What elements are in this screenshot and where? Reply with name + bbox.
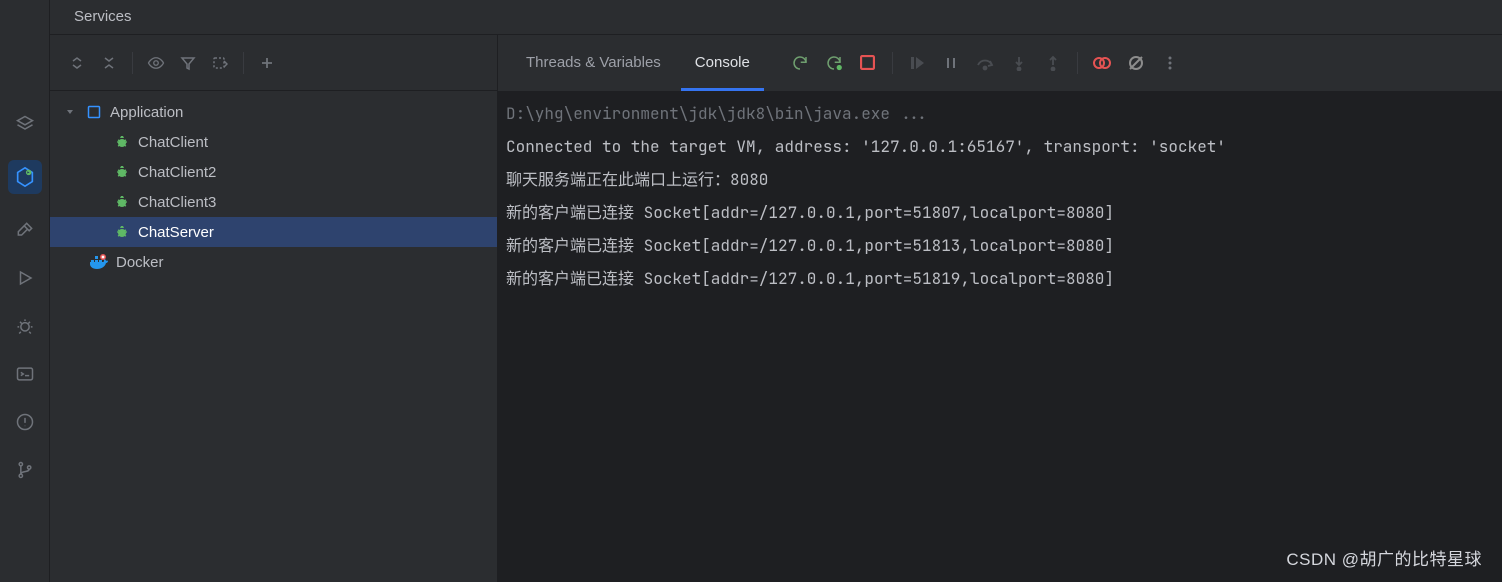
tree-node-run-config[interactable]: ChatServer [50, 217, 497, 247]
docker-icon [88, 254, 110, 270]
layers-icon[interactable] [13, 112, 37, 136]
services-tree-panel: Application ChatClient ChatClient2 [50, 35, 498, 582]
rerun-debug-button[interactable] [820, 49, 848, 77]
tab-threads-variables[interactable]: Threads & Variables [512, 35, 675, 91]
console-toolbar: Threads & Variables Console [498, 35, 1502, 91]
resume-button[interactable] [903, 49, 931, 77]
expand-all-button[interactable] [64, 50, 90, 76]
step-into-button[interactable] [1005, 49, 1033, 77]
more-button[interactable] [1156, 49, 1184, 77]
pause-button[interactable] [937, 49, 965, 77]
separator [132, 52, 133, 74]
view-mode-button[interactable] [143, 50, 169, 76]
tree-node-run-config[interactable]: ChatClient [50, 127, 497, 157]
services-tree: Application ChatClient ChatClient2 [50, 91, 497, 283]
tree-node-label: ChatClient [138, 134, 208, 151]
run-icon[interactable] [13, 266, 37, 290]
rerun-button[interactable] [786, 49, 814, 77]
tree-node-docker[interactable]: Docker [50, 247, 497, 277]
tree-node-run-config[interactable]: ChatClient2 [50, 157, 497, 187]
git-branch-icon[interactable] [13, 458, 37, 482]
separator [243, 52, 244, 74]
tree-node-run-config[interactable]: ChatClient3 [50, 187, 497, 217]
tree-node-label: ChatClient3 [138, 194, 216, 211]
terminal-icon[interactable] [13, 362, 37, 386]
step-over-button[interactable] [971, 49, 999, 77]
plugin-play-icon[interactable] [8, 160, 42, 194]
application-icon [84, 105, 104, 119]
console-line: 新的客户端已连接 Socket[addr=/127.0.0.1,port=518… [506, 202, 1114, 223]
console-line: 新的客户端已连接 Socket[addr=/127.0.0.1,port=518… [506, 235, 1114, 256]
tab-console[interactable]: Console [681, 35, 764, 91]
tree-node-label: ChatServer [138, 224, 214, 241]
console-panel: Threads & Variables Console [498, 35, 1502, 582]
bug-icon [112, 134, 132, 150]
tree-toolbar [50, 35, 497, 91]
alert-icon[interactable] [13, 410, 37, 434]
separator [1077, 52, 1078, 74]
collapse-all-button[interactable] [96, 50, 122, 76]
bug-icon [112, 224, 132, 240]
console-output[interactable]: D:\yhg\environment\jdk\jdk8\bin\java.exe… [498, 91, 1502, 582]
tree-node-label: ChatClient2 [138, 164, 216, 181]
console-line: 聊天服务端正在此端口上运行：8080 [506, 169, 768, 190]
stop-button[interactable] [854, 49, 882, 77]
filter-button[interactable] [175, 50, 201, 76]
chevron-down-icon [64, 106, 78, 118]
panel-title: Services [50, 0, 1502, 35]
step-out-button[interactable] [1039, 49, 1067, 77]
bug-icon [112, 164, 132, 180]
tree-node-application[interactable]: Application [50, 97, 497, 127]
group-by-button[interactable] [207, 50, 233, 76]
mute-breakpoints-button[interactable] [1122, 49, 1150, 77]
view-breakpoints-button[interactable] [1088, 49, 1116, 77]
console-line: 新的客户端已连接 Socket[addr=/127.0.0.1,port=518… [506, 268, 1114, 289]
add-service-button[interactable] [254, 50, 280, 76]
tree-node-label: Application [110, 104, 183, 121]
console-line: D:\yhg\environment\jdk\jdk8\bin\java.exe… [506, 103, 928, 124]
tree-node-label: Docker [116, 254, 164, 271]
debug-icon[interactable] [13, 314, 37, 338]
tool-window-stripe [0, 0, 50, 582]
bug-icon [112, 194, 132, 210]
separator [892, 52, 893, 74]
console-line: Connected to the target VM, address: '12… [506, 136, 1226, 157]
hammer-icon[interactable] [13, 218, 37, 242]
